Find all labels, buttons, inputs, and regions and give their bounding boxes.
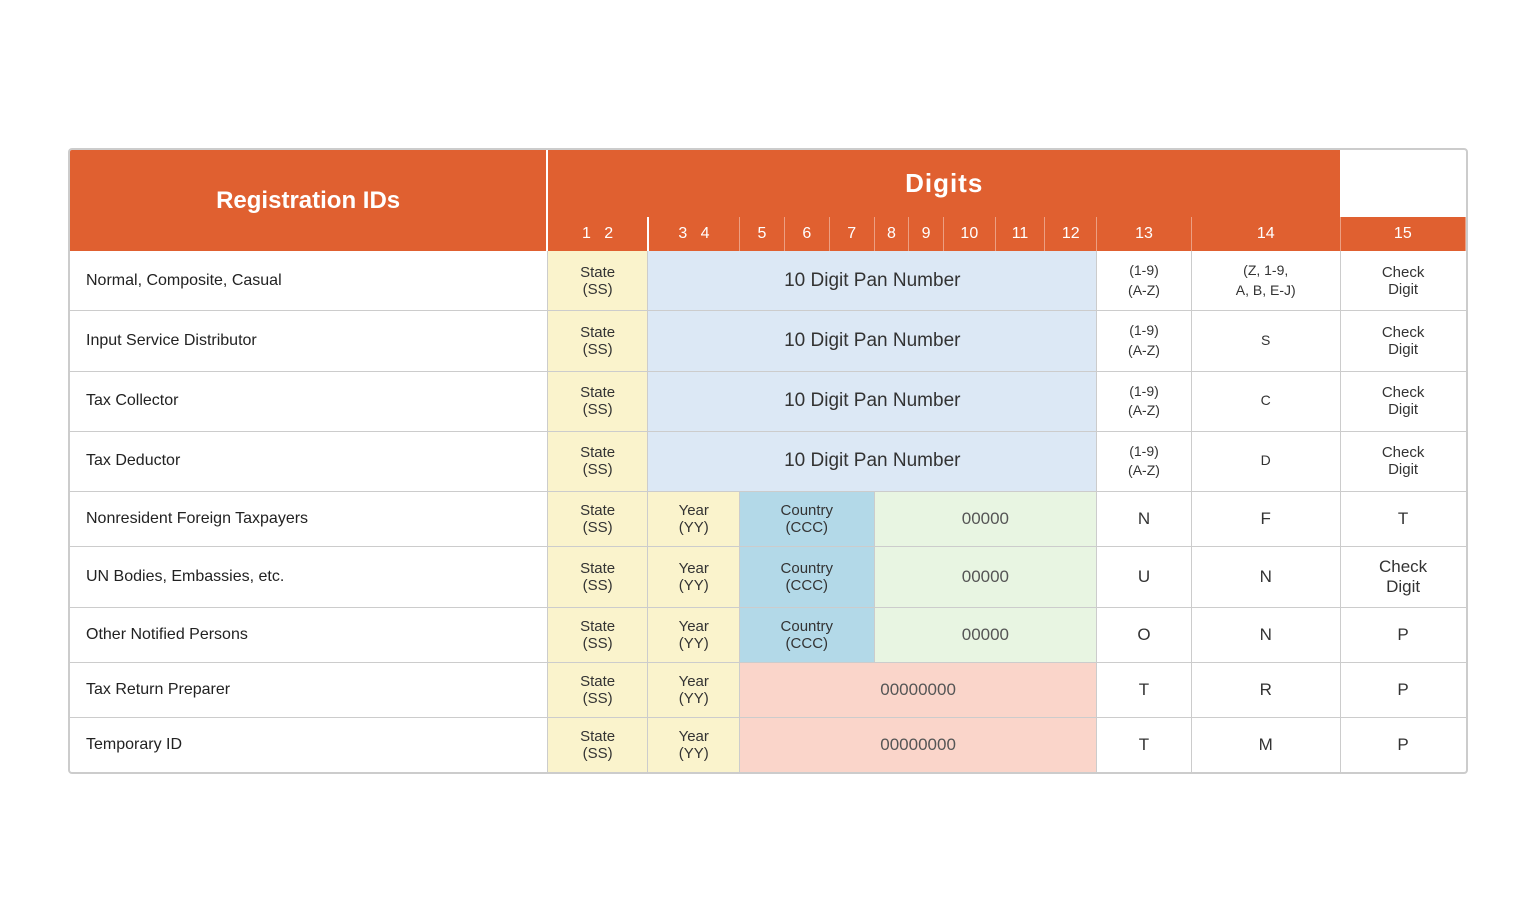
pan-cell: 10 Digit Pan Number xyxy=(648,311,1097,371)
col-15-cell: Check Digit xyxy=(1340,371,1465,431)
year-cell: Year (YY) xyxy=(648,717,740,772)
digit-13: 13 xyxy=(1097,217,1192,251)
col-13-cell: N xyxy=(1097,491,1192,546)
col-13-cell: (1-9) (A-Z) xyxy=(1097,371,1192,431)
zeros-cell: 00000 xyxy=(874,491,1097,546)
row-label: Other Notified Persons xyxy=(70,607,547,662)
col-14-cell: M xyxy=(1191,717,1340,772)
digit-12: 12 xyxy=(1045,217,1097,251)
col-15-cell: Check Digit xyxy=(1340,251,1465,311)
zeros-wide-cell: 00000000 xyxy=(740,717,1097,772)
col-15-cell: Check Digit xyxy=(1340,546,1465,607)
col-14-cell: D xyxy=(1191,431,1340,491)
col-15-cell: P xyxy=(1340,717,1465,772)
state-cell: State (SS) xyxy=(547,251,648,311)
state-cell: State (SS) xyxy=(547,371,648,431)
header-row-1: Registration IDs Digits xyxy=(70,150,1466,217)
state-cell: State (SS) xyxy=(547,717,648,772)
col-14-cell: S xyxy=(1191,311,1340,371)
col-13-cell: (1-9) (A-Z) xyxy=(1097,251,1192,311)
digit-5: 5 xyxy=(740,217,785,251)
registration-table: Registration IDs Digits 1 2 3 4 5 6 7 8 … xyxy=(68,148,1468,774)
col-14-cell: N xyxy=(1191,607,1340,662)
digit-7: 7 xyxy=(829,217,874,251)
col-15-cell: T xyxy=(1340,491,1465,546)
row-label: Tax Return Preparer xyxy=(70,662,547,717)
year-cell: Year (YY) xyxy=(648,662,740,717)
digit-10: 10 xyxy=(943,217,995,251)
col-14-cell: (Z, 1-9, A, B, E-J) xyxy=(1191,251,1340,311)
state-cell: State (SS) xyxy=(547,607,648,662)
digit-9: 9 xyxy=(909,217,944,251)
table-row: Nonresident Foreign TaxpayersState (SS)Y… xyxy=(70,491,1466,546)
digit-6: 6 xyxy=(784,217,829,251)
col-14-cell: R xyxy=(1191,662,1340,717)
state-cell: State (SS) xyxy=(547,491,648,546)
zeros-cell: 00000 xyxy=(874,607,1097,662)
row-label: Tax Collector xyxy=(70,371,547,431)
table-row: Normal, Composite, CasualState (SS)10 Di… xyxy=(70,251,1466,311)
digit-11: 11 xyxy=(995,217,1045,251)
table-row: Input Service DistributorState (SS)10 Di… xyxy=(70,311,1466,371)
pan-cell: 10 Digit Pan Number xyxy=(648,251,1097,311)
col-14-cell: F xyxy=(1191,491,1340,546)
digit-8: 8 xyxy=(874,217,909,251)
digit-14: 14 xyxy=(1191,217,1340,251)
state-cell: State (SS) xyxy=(547,662,648,717)
col-13-cell: U xyxy=(1097,546,1192,607)
col-15-cell: Check Digit xyxy=(1340,431,1465,491)
zeros-wide-cell: 00000000 xyxy=(740,662,1097,717)
row-label: UN Bodies, Embassies, etc. xyxy=(70,546,547,607)
table-row: UN Bodies, Embassies, etc.State (SS)Year… xyxy=(70,546,1466,607)
col-15-cell: Check Digit xyxy=(1340,311,1465,371)
col-14-cell: N xyxy=(1191,546,1340,607)
row-label: Input Service Distributor xyxy=(70,311,547,371)
table-row: Tax CollectorState (SS)10 Digit Pan Numb… xyxy=(70,371,1466,431)
row-label: Nonresident Foreign Taxpayers xyxy=(70,491,547,546)
country-cell: Country (CCC) xyxy=(740,491,875,546)
pan-cell: 10 Digit Pan Number xyxy=(648,371,1097,431)
row-label: Tax Deductor xyxy=(70,431,547,491)
zeros-cell: 00000 xyxy=(874,546,1097,607)
col-14-cell: C xyxy=(1191,371,1340,431)
pan-cell: 10 Digit Pan Number xyxy=(648,431,1097,491)
row-label: Normal, Composite, Casual xyxy=(70,251,547,311)
year-cell: Year (YY) xyxy=(648,607,740,662)
table-row: Other Notified PersonsState (SS)Year (YY… xyxy=(70,607,1466,662)
year-cell: Year (YY) xyxy=(648,546,740,607)
table-row: Tax DeductorState (SS)10 Digit Pan Numbe… xyxy=(70,431,1466,491)
col-15-cell: P xyxy=(1340,607,1465,662)
digits-3-4: 3 4 xyxy=(648,217,740,251)
row-label: Temporary ID xyxy=(70,717,547,772)
reg-id-header: Registration IDs xyxy=(70,150,547,251)
state-cell: State (SS) xyxy=(547,546,648,607)
col-13-cell: T xyxy=(1097,717,1192,772)
digits-1-2: 1 2 xyxy=(547,217,648,251)
state-cell: State (SS) xyxy=(547,311,648,371)
table-row: Temporary IDState (SS)Year (YY)00000000T… xyxy=(70,717,1466,772)
table-row: Tax Return PreparerState (SS)Year (YY)00… xyxy=(70,662,1466,717)
col-13-cell: (1-9) (A-Z) xyxy=(1097,431,1192,491)
col-15-cell: P xyxy=(1340,662,1465,717)
year-cell: Year (YY) xyxy=(648,491,740,546)
digits-header: Digits xyxy=(547,150,1340,217)
col-13-cell: O xyxy=(1097,607,1192,662)
country-cell: Country (CCC) xyxy=(740,607,875,662)
country-cell: Country (CCC) xyxy=(740,546,875,607)
col-13-cell: (1-9) (A-Z) xyxy=(1097,311,1192,371)
state-cell: State (SS) xyxy=(547,431,648,491)
digit-15: 15 xyxy=(1340,217,1465,251)
col-13-cell: T xyxy=(1097,662,1192,717)
